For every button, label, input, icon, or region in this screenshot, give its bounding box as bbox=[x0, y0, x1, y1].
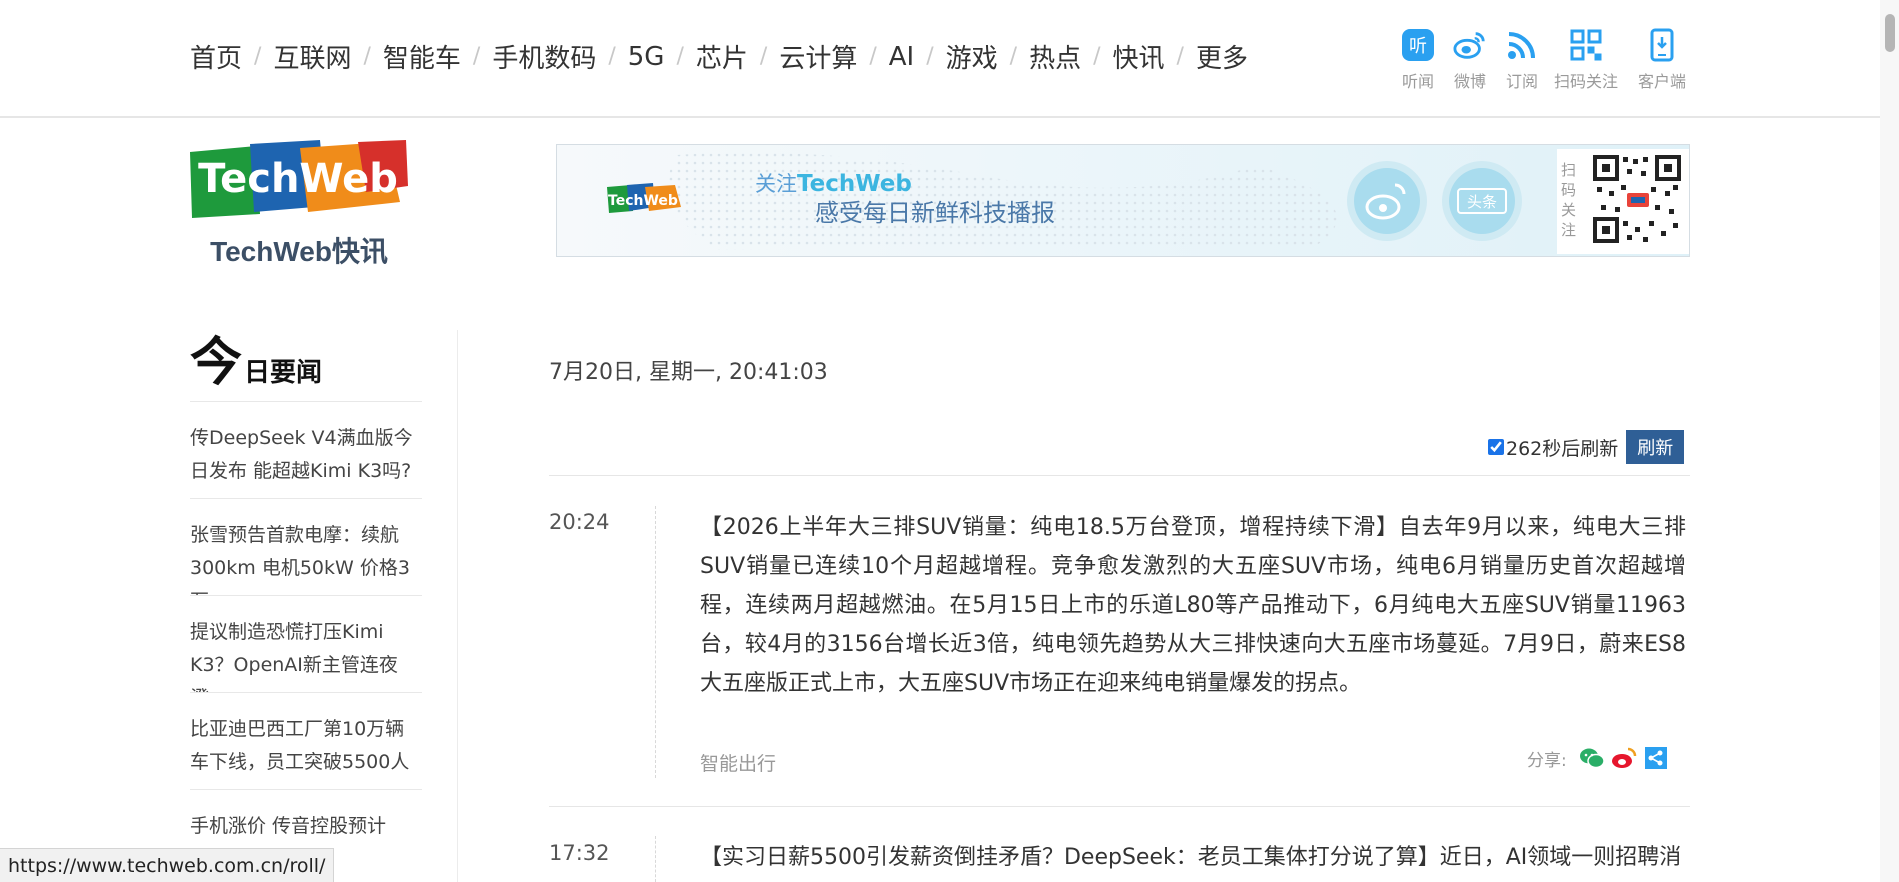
qrcode-image bbox=[1593, 155, 1681, 243]
sidebar-news-item[interactable]: 传DeepSeek V4满血版今日发布 能超越Kimi K3吗? bbox=[190, 402, 422, 499]
rss-link[interactable]: 订阅 bbox=[1496, 28, 1548, 92]
svg-text:关注TechWeb: 关注TechWeb bbox=[755, 171, 912, 197]
share-bar: 分享: bbox=[1527, 745, 1669, 771]
tool-links: 听 听闻 微博 订阅 扫码关注 客户端 bbox=[1392, 28, 1700, 92]
qrcode-label: 扫码关注 bbox=[1553, 72, 1618, 91]
news-content[interactable]: 【2026上半年大三排SUV销量：纯电18.5万台登顶，增程持续下滑】自去年9月… bbox=[700, 508, 1686, 703]
sidebar-heading-small: 日要闻 bbox=[244, 358, 323, 388]
client-app-label: 客户端 bbox=[1637, 72, 1686, 91]
nav-item[interactable]: 云计算 bbox=[779, 38, 857, 75]
listen-label: 听闻 bbox=[1401, 72, 1434, 91]
weibo-link[interactable]: 微博 bbox=[1444, 28, 1496, 92]
top-news-sidebar: 今 日要闻 传DeepSeek V4满血版今日发布 能超越Kimi K3吗? 张… bbox=[190, 330, 422, 882]
current-datetime: 7月20日, 星期一, 20:41:03 bbox=[549, 360, 828, 385]
sidebar-heading-big: 今 bbox=[190, 333, 243, 393]
svg-text:头条: 头条 bbox=[1467, 193, 1497, 211]
follow-banner[interactable]: TechWeb 关注TechWeb 感受每日新鲜科技播报 头条 扫码关注 bbox=[556, 144, 1690, 257]
nav-item[interactable]: 手机数码 bbox=[492, 38, 596, 75]
weibo-label: 微博 bbox=[1453, 72, 1486, 91]
share-more-icon[interactable] bbox=[1643, 745, 1669, 771]
news-category-tag[interactable]: 智能出行 bbox=[700, 749, 776, 776]
refresh-controls: 262秒后刷新 刷新 bbox=[1488, 430, 1685, 464]
mobile-app-icon bbox=[1645, 28, 1679, 62]
nav-item[interactable]: AI bbox=[889, 42, 914, 72]
main-nav: 首页 / 互联网 / 智能车 / 手机数码 / 5G / 芯片 / 云计算 / AI / 游戏 / 热点 / 快讯 / 更多 bbox=[190, 38, 1248, 75]
svg-text:TechWeb: TechWeb bbox=[198, 156, 398, 202]
sidebar-news-item[interactable]: 提议制造恐慌打压Kimi K3？OpenAI新主管连夜澄... bbox=[190, 596, 422, 693]
listen-link[interactable]: 听 听闻 bbox=[1392, 28, 1444, 92]
svg-text:TechWeb: TechWeb bbox=[608, 193, 678, 209]
rss-label: 订阅 bbox=[1505, 72, 1538, 91]
nav-separator: / bbox=[926, 44, 934, 69]
nav-item[interactable]: 5G bbox=[628, 42, 665, 72]
timeline-line bbox=[655, 506, 656, 778]
timeline-line bbox=[655, 836, 656, 882]
weibo-icon bbox=[1453, 28, 1487, 62]
listen-icon: 听 bbox=[1401, 28, 1435, 62]
nav-item[interactable]: 互联网 bbox=[273, 38, 351, 75]
top-nav-bar: 首页 / 互联网 / 智能车 / 手机数码 / 5G / 芯片 / 云计算 / AI / 游戏 / 热点 / 快讯 / 更多… bbox=[0, 0, 1880, 118]
nav-separator: / bbox=[1009, 44, 1018, 69]
sidebar-heading: 今 日要闻 bbox=[190, 330, 422, 402]
nav-separator: / bbox=[472, 44, 481, 69]
auto-refresh-checkbox[interactable] bbox=[1488, 439, 1504, 455]
link-status-url: https://www.techweb.com.cn/roll/ bbox=[0, 848, 335, 882]
news-time: 20:24 bbox=[549, 510, 610, 534]
weibo-share-icon[interactable] bbox=[1611, 745, 1637, 771]
nav-item[interactable]: 热点 bbox=[1029, 38, 1081, 75]
nav-separator: / bbox=[254, 44, 262, 69]
nav-separator: / bbox=[676, 44, 684, 69]
nav-separator: / bbox=[869, 44, 877, 69]
nav-item[interactable]: 芯片 bbox=[696, 38, 748, 75]
rss-icon bbox=[1505, 28, 1539, 62]
qrcode-icon bbox=[1569, 28, 1603, 62]
svg-text:听: 听 bbox=[1409, 36, 1427, 57]
svg-text:感受每日新鲜科技播报: 感受每日新鲜科技播报 bbox=[815, 199, 1055, 227]
share-label: 分享: bbox=[1527, 750, 1567, 771]
logo-subtitle: TechWeb快讯 bbox=[210, 236, 388, 267]
nav-item[interactable]: 智能车 bbox=[383, 38, 461, 75]
news-time: 17:32 bbox=[549, 841, 610, 865]
page-scrollbar[interactable] bbox=[1880, 0, 1899, 882]
refresh-button[interactable]: 刷新 bbox=[1626, 430, 1685, 464]
news-content[interactable]: 【实习日薪5500引发薪资倒挂矛盾？DeepSeek：老员工集体打分说了算】近日… bbox=[700, 838, 1686, 877]
nav-item[interactable]: 更多 bbox=[1196, 38, 1248, 75]
scrollbar-thumb[interactable] bbox=[1885, 14, 1895, 52]
qrcode-follow-link[interactable]: 扫码关注 bbox=[1548, 28, 1624, 92]
nav-separator: / bbox=[363, 44, 371, 69]
sidebar-news-item[interactable]: 比亚迪巴西工厂第10万辆车下线，员工突破5500人 bbox=[190, 693, 422, 790]
nav-separator: / bbox=[759, 44, 768, 69]
nav-separator: / bbox=[608, 44, 616, 69]
feed-divider bbox=[549, 475, 1690, 476]
column-divider bbox=[457, 330, 458, 882]
nav-separator: / bbox=[1093, 44, 1101, 69]
wechat-share-icon[interactable] bbox=[1579, 745, 1605, 771]
nav-item[interactable]: 首页 bbox=[190, 38, 242, 75]
nav-separator: / bbox=[1176, 44, 1184, 69]
refresh-countdown: 262秒后刷新 bbox=[1506, 437, 1619, 460]
client-app-link[interactable]: 客户端 bbox=[1624, 28, 1700, 92]
feed-divider bbox=[549, 806, 1690, 807]
nav-item[interactable]: 快讯 bbox=[1113, 38, 1165, 75]
sidebar-news-item[interactable]: 张雪预告首款电摩：续航300km 电机50kW 价格3万 bbox=[190, 499, 422, 596]
nav-item[interactable]: 游戏 bbox=[946, 38, 998, 75]
